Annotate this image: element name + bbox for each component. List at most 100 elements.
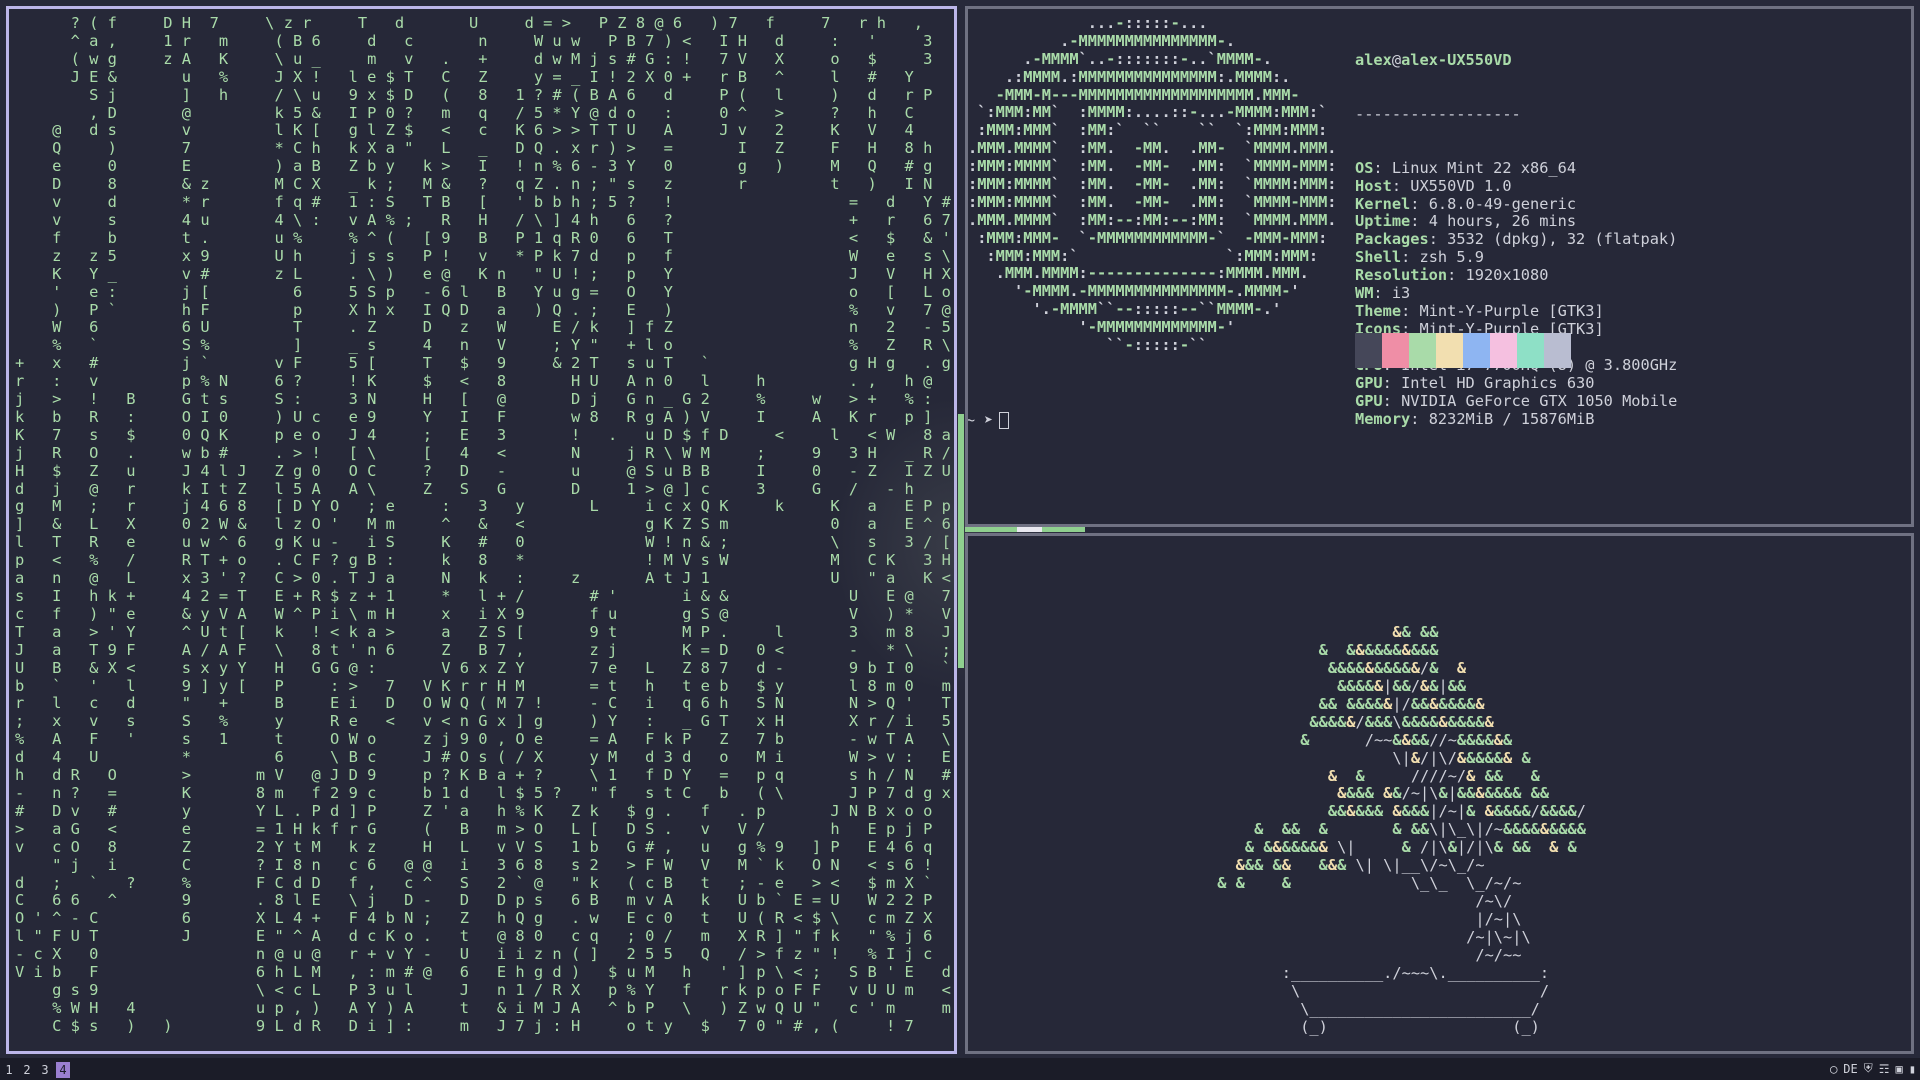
info-key: Memory bbox=[1355, 409, 1411, 428]
logo-line: '.-MMMM``--:::::--``MMMM-.' bbox=[968, 300, 1282, 319]
logo-line: -MMM-M---MMMMMMMMMMMMMMMMMMM.MMM- bbox=[995, 85, 1300, 104]
bonsai-line: /~|\~|\ bbox=[1466, 927, 1531, 946]
logo-line: :MMM:MMM:` `:MMM:MMM: bbox=[968, 246, 1319, 265]
color-swatch bbox=[1409, 333, 1436, 368]
info-key: OS bbox=[1355, 158, 1374, 177]
bonsai-line: :__________./~~~\.__________: bbox=[1281, 963, 1550, 982]
linux-mint-ascii-logo: ...-:::::-... .-MMMMMMMMMMMMMMM-. .-MMMM… bbox=[968, 14, 1337, 355]
info-value: 4 hours, 26 mins bbox=[1428, 212, 1577, 231]
info-row: Memory: 8232MiB / 15876MiB bbox=[1355, 409, 1595, 428]
logo-line: ``-:::::-`` bbox=[968, 336, 1208, 355]
workspace-button[interactable]: 4 bbox=[56, 1062, 70, 1078]
terminal-bonsai[interactable]: && && & &&&&&&&&&& &&&&&&&&&&/& & &&&&&|… bbox=[965, 533, 1914, 1054]
bonsai-line: & /~~&&&&//~&&&&&& bbox=[1300, 730, 1513, 749]
shield-icon[interactable]: ⛨ bbox=[1864, 1061, 1873, 1076]
color-swatch bbox=[1463, 333, 1490, 368]
logo-line: :MMM:MMM` :MM:` `` `` `:MMM:MMM: bbox=[968, 121, 1328, 140]
info-key: Host bbox=[1355, 176, 1392, 195]
info-row: Shell: zsh 5.9 bbox=[1355, 248, 1484, 267]
logo-line: :MMM:MMMM` :MM. -MM- .MM: `MMMM-MMM: bbox=[968, 157, 1337, 176]
bonsai-line: \________________________/ bbox=[1300, 999, 1540, 1018]
at-sign: @ bbox=[1391, 50, 1402, 69]
info-row: WM: i3 bbox=[1355, 284, 1411, 303]
username: alex bbox=[1355, 50, 1392, 69]
terminal-neofetch[interactable]: ...-:::::-... .-MMMMMMMMMMMMMMM-. .-MMMM… bbox=[965, 6, 1914, 527]
bonsai-line: &&& && &&& \| \|__\/~\_/~ bbox=[1235, 856, 1485, 875]
info-key: GPU bbox=[1355, 374, 1383, 393]
logo-line: .MMM.MMMM` :MM. -MM. .MM- `MMMM.MMM. bbox=[968, 139, 1337, 158]
info-key: Packages bbox=[1355, 230, 1429, 249]
info-row: GPU: Intel HD Graphics 630 bbox=[1355, 374, 1595, 393]
info-row: Host: UX550VD 1.0 bbox=[1355, 176, 1512, 195]
hostname: alex-UX550VD bbox=[1401, 50, 1512, 69]
system-tray: ◯ DE ⛨ ☶ ▣ ▮ bbox=[1830, 1061, 1916, 1076]
color-palette bbox=[1355, 333, 1571, 368]
info-row: Resolution: 1920x1080 bbox=[1355, 266, 1549, 285]
info-row: Uptime: 4 hours, 26 mins bbox=[1355, 212, 1577, 231]
color-swatch bbox=[1490, 333, 1517, 368]
color-swatch bbox=[1355, 333, 1382, 368]
logo-line: '-MMMM.-MMMMMMMMMMMMMMM-.MMMM-' bbox=[968, 282, 1300, 301]
bonsai-line: \ / bbox=[1290, 981, 1550, 1000]
wifi-icon[interactable]: ☶ bbox=[1879, 1062, 1890, 1076]
shell-prompt[interactable]: ~ ➤ bbox=[966, 411, 1010, 429]
keyboard-layout[interactable]: DE bbox=[1843, 1062, 1857, 1076]
info-key: Resolution bbox=[1355, 266, 1448, 285]
system-info: alex@alex-UX550VD ------------------ OS:… bbox=[1355, 16, 1677, 465]
focus-indicator-vertical bbox=[958, 414, 964, 668]
logo-line: .-MMMM`..-:::::::-..`MMMM-. bbox=[968, 49, 1272, 68]
cursor bbox=[999, 412, 1010, 429]
info-key: Uptime bbox=[1355, 212, 1411, 231]
bonsai-line: & &&&&&&&&&& bbox=[1318, 640, 1439, 659]
bonsai-line: &&&&&& &&&&|/~|& &&&&&/&&&&/ bbox=[1327, 802, 1586, 821]
info-row: OS: Linux Mint 22 x86_64 bbox=[1355, 158, 1577, 177]
info-value: zsh 5.9 bbox=[1419, 248, 1484, 267]
info-value: i3 bbox=[1391, 284, 1411, 303]
info-key: Theme bbox=[1355, 302, 1402, 321]
logo-line: .MMM.MMMM:--------------:MMMM.MMM. bbox=[968, 264, 1309, 283]
bonsai-line: &&&&&&&&&&/& & bbox=[1327, 658, 1467, 677]
info-value: UX550VD 1.0 bbox=[1410, 176, 1512, 195]
info-row: Theme: Mint-Y-Purple [GTK3] bbox=[1355, 302, 1604, 321]
info-row: GPU: NVIDIA GeForce GTX 1050 Mobile bbox=[1355, 392, 1678, 411]
bonsai-line: |/~|\ bbox=[1475, 910, 1522, 928]
info-value: 1920x1080 bbox=[1465, 266, 1549, 285]
info-value: Mint-Y-Purple [GTK3] bbox=[1419, 302, 1604, 321]
color-swatch bbox=[1436, 333, 1463, 368]
workspace-button[interactable]: 2 bbox=[20, 1062, 34, 1078]
info-key: GPU bbox=[1355, 392, 1383, 411]
logo-line: :MMM:MMM- `-MMMMMMMMMMMM-` -MMM-MMM: bbox=[968, 228, 1328, 247]
separator-line: ------------------ bbox=[1355, 104, 1521, 123]
info-value: 3532 (dpkg), 32 (flatpak) bbox=[1447, 230, 1678, 249]
bonsai-line: & & & \_\_ \_/~/~ bbox=[1217, 874, 1522, 893]
terminal-cmatrix[interactable]: ? ( f D H 7 \ z r T d U d = > P Z 8 @ 6 … bbox=[6, 6, 957, 1054]
color-swatch bbox=[1382, 333, 1409, 368]
logo-line: .-MMMMMMMMMMMMMMM-. bbox=[968, 31, 1236, 50]
info-key: Kernel bbox=[1355, 194, 1411, 213]
logo-line: ...-:::::-... bbox=[968, 14, 1208, 32]
i3-status-bar: 1234 ◯ DE ⛨ ☶ ▣ ▮ bbox=[0, 1058, 1920, 1080]
info-value: Linux Mint 22 x86_64 bbox=[1391, 158, 1577, 177]
battery-icon[interactable]: ▮ bbox=[1909, 1062, 1916, 1076]
bonsai-line: && && bbox=[1392, 623, 1439, 641]
bonsai-line: (_) (_) bbox=[1300, 1017, 1540, 1036]
bonsai-line: & & ////~/& && & bbox=[1327, 766, 1540, 785]
network-icon[interactable]: ▣ bbox=[1896, 1062, 1903, 1076]
bonsai-line: &&&& &&/~|\&|&&&&&&& && bbox=[1337, 784, 1550, 803]
split-indicator bbox=[1017, 527, 1042, 532]
workspace-button[interactable]: 1 bbox=[2, 1062, 16, 1078]
bonsai-line: & && & & &&\|\_\|/~&&&&&&&&& bbox=[1254, 820, 1586, 839]
info-value: 8232MiB / 15876MiB bbox=[1428, 409, 1595, 428]
bluetooth-icon[interactable]: ◯ bbox=[1830, 1062, 1837, 1076]
bonsai-line: &&&&&/&&&\&&&&&&&&&& bbox=[1309, 712, 1494, 731]
bonsai-line: && &&&&&|/&&&&&&&& bbox=[1318, 694, 1485, 713]
info-value: NVIDIA GeForce GTX 1050 Mobile bbox=[1401, 392, 1678, 411]
logo-line: :MMM:MMMM` :MM. -MM- .MM: `MMMM-MMM: bbox=[968, 192, 1337, 211]
workspace-button[interactable]: 3 bbox=[38, 1062, 52, 1078]
prompt-symbol: ~ ➤ bbox=[966, 411, 994, 429]
info-key: WM bbox=[1355, 284, 1374, 303]
logo-line: :MMM:MMMM` :MM. -MM- .MM: `MMMM:MMM: bbox=[968, 175, 1337, 194]
bonsai-line: &&&&&|&&/&&|&& bbox=[1337, 676, 1467, 695]
info-row: Kernel: 6.8.0-49-generic bbox=[1355, 194, 1577, 213]
logo-line: .:MMMM.:MMMMMMMMMMMMMMM:.MMMM:. bbox=[968, 67, 1291, 86]
